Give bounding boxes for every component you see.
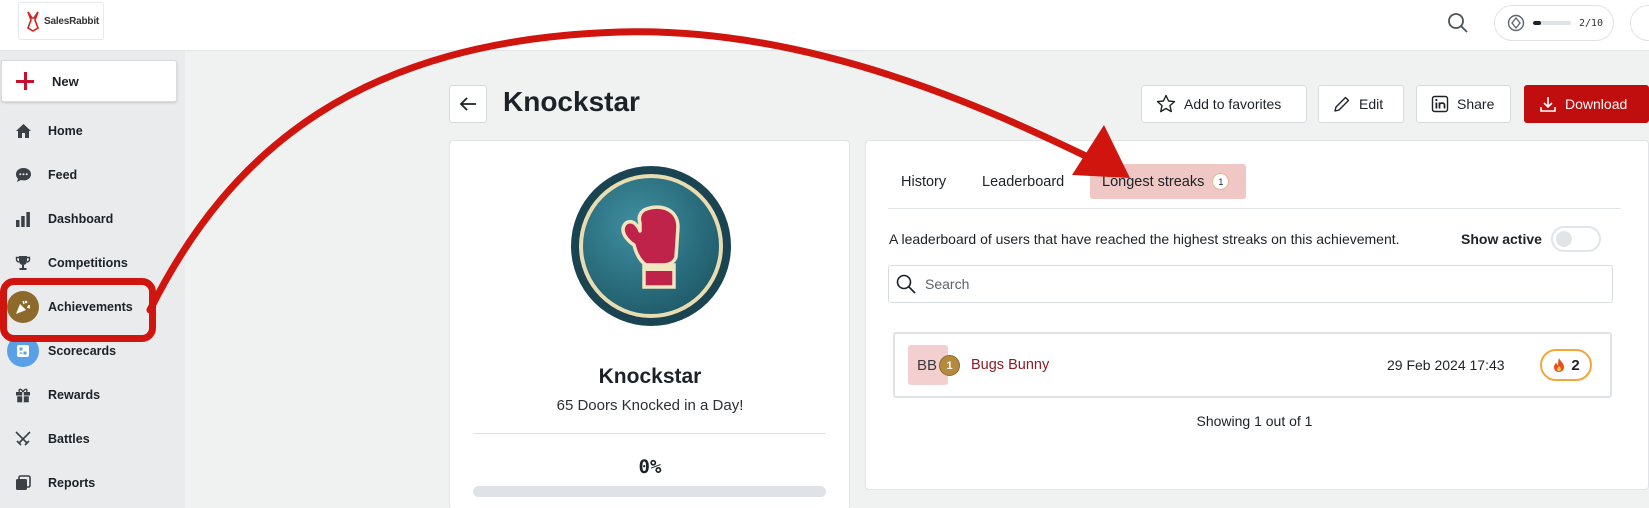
annotation-arrow bbox=[146, 28, 1094, 314]
annotation-highlight bbox=[0, 278, 156, 342]
annotation-overlay bbox=[146, 28, 1130, 314]
